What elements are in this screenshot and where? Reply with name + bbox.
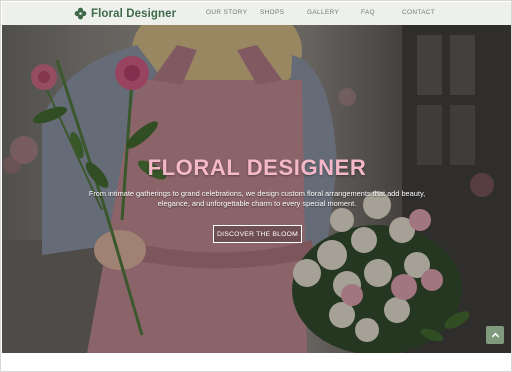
nav-link-faq[interactable]: FAQ xyxy=(361,9,375,16)
nav-link-shops[interactable]: SHOPS xyxy=(260,9,284,16)
nav-link-contact[interactable]: CONTACT xyxy=(402,9,435,16)
discover-the-bloom-button[interactable]: DISCOVER THE BLOOM xyxy=(213,225,302,243)
nav-link-our-story[interactable]: OUR STORY xyxy=(206,9,247,16)
back-to-top-button[interactable] xyxy=(486,326,504,344)
hero-title: FLORAL DESIGNER xyxy=(147,155,367,180)
flower-clover-icon xyxy=(74,7,87,20)
hero-section: FLORAL DESIGNER From intimate gatherings… xyxy=(2,25,511,353)
hero-subtitle: From intimate gatherings to grand celebr… xyxy=(88,189,426,208)
site-header: Floral Designer OUR STORY SHOPS GALLERY … xyxy=(2,2,511,25)
brand[interactable]: Floral Designer xyxy=(74,2,176,25)
brand-name: Floral Designer xyxy=(91,7,177,20)
chevron-up-icon xyxy=(491,332,499,337)
nav-link-gallery[interactable]: GALLERY xyxy=(307,9,339,16)
page-bottom-strip xyxy=(2,353,511,371)
page-frame: Floral Designer OUR STORY SHOPS GALLERY … xyxy=(0,0,512,372)
